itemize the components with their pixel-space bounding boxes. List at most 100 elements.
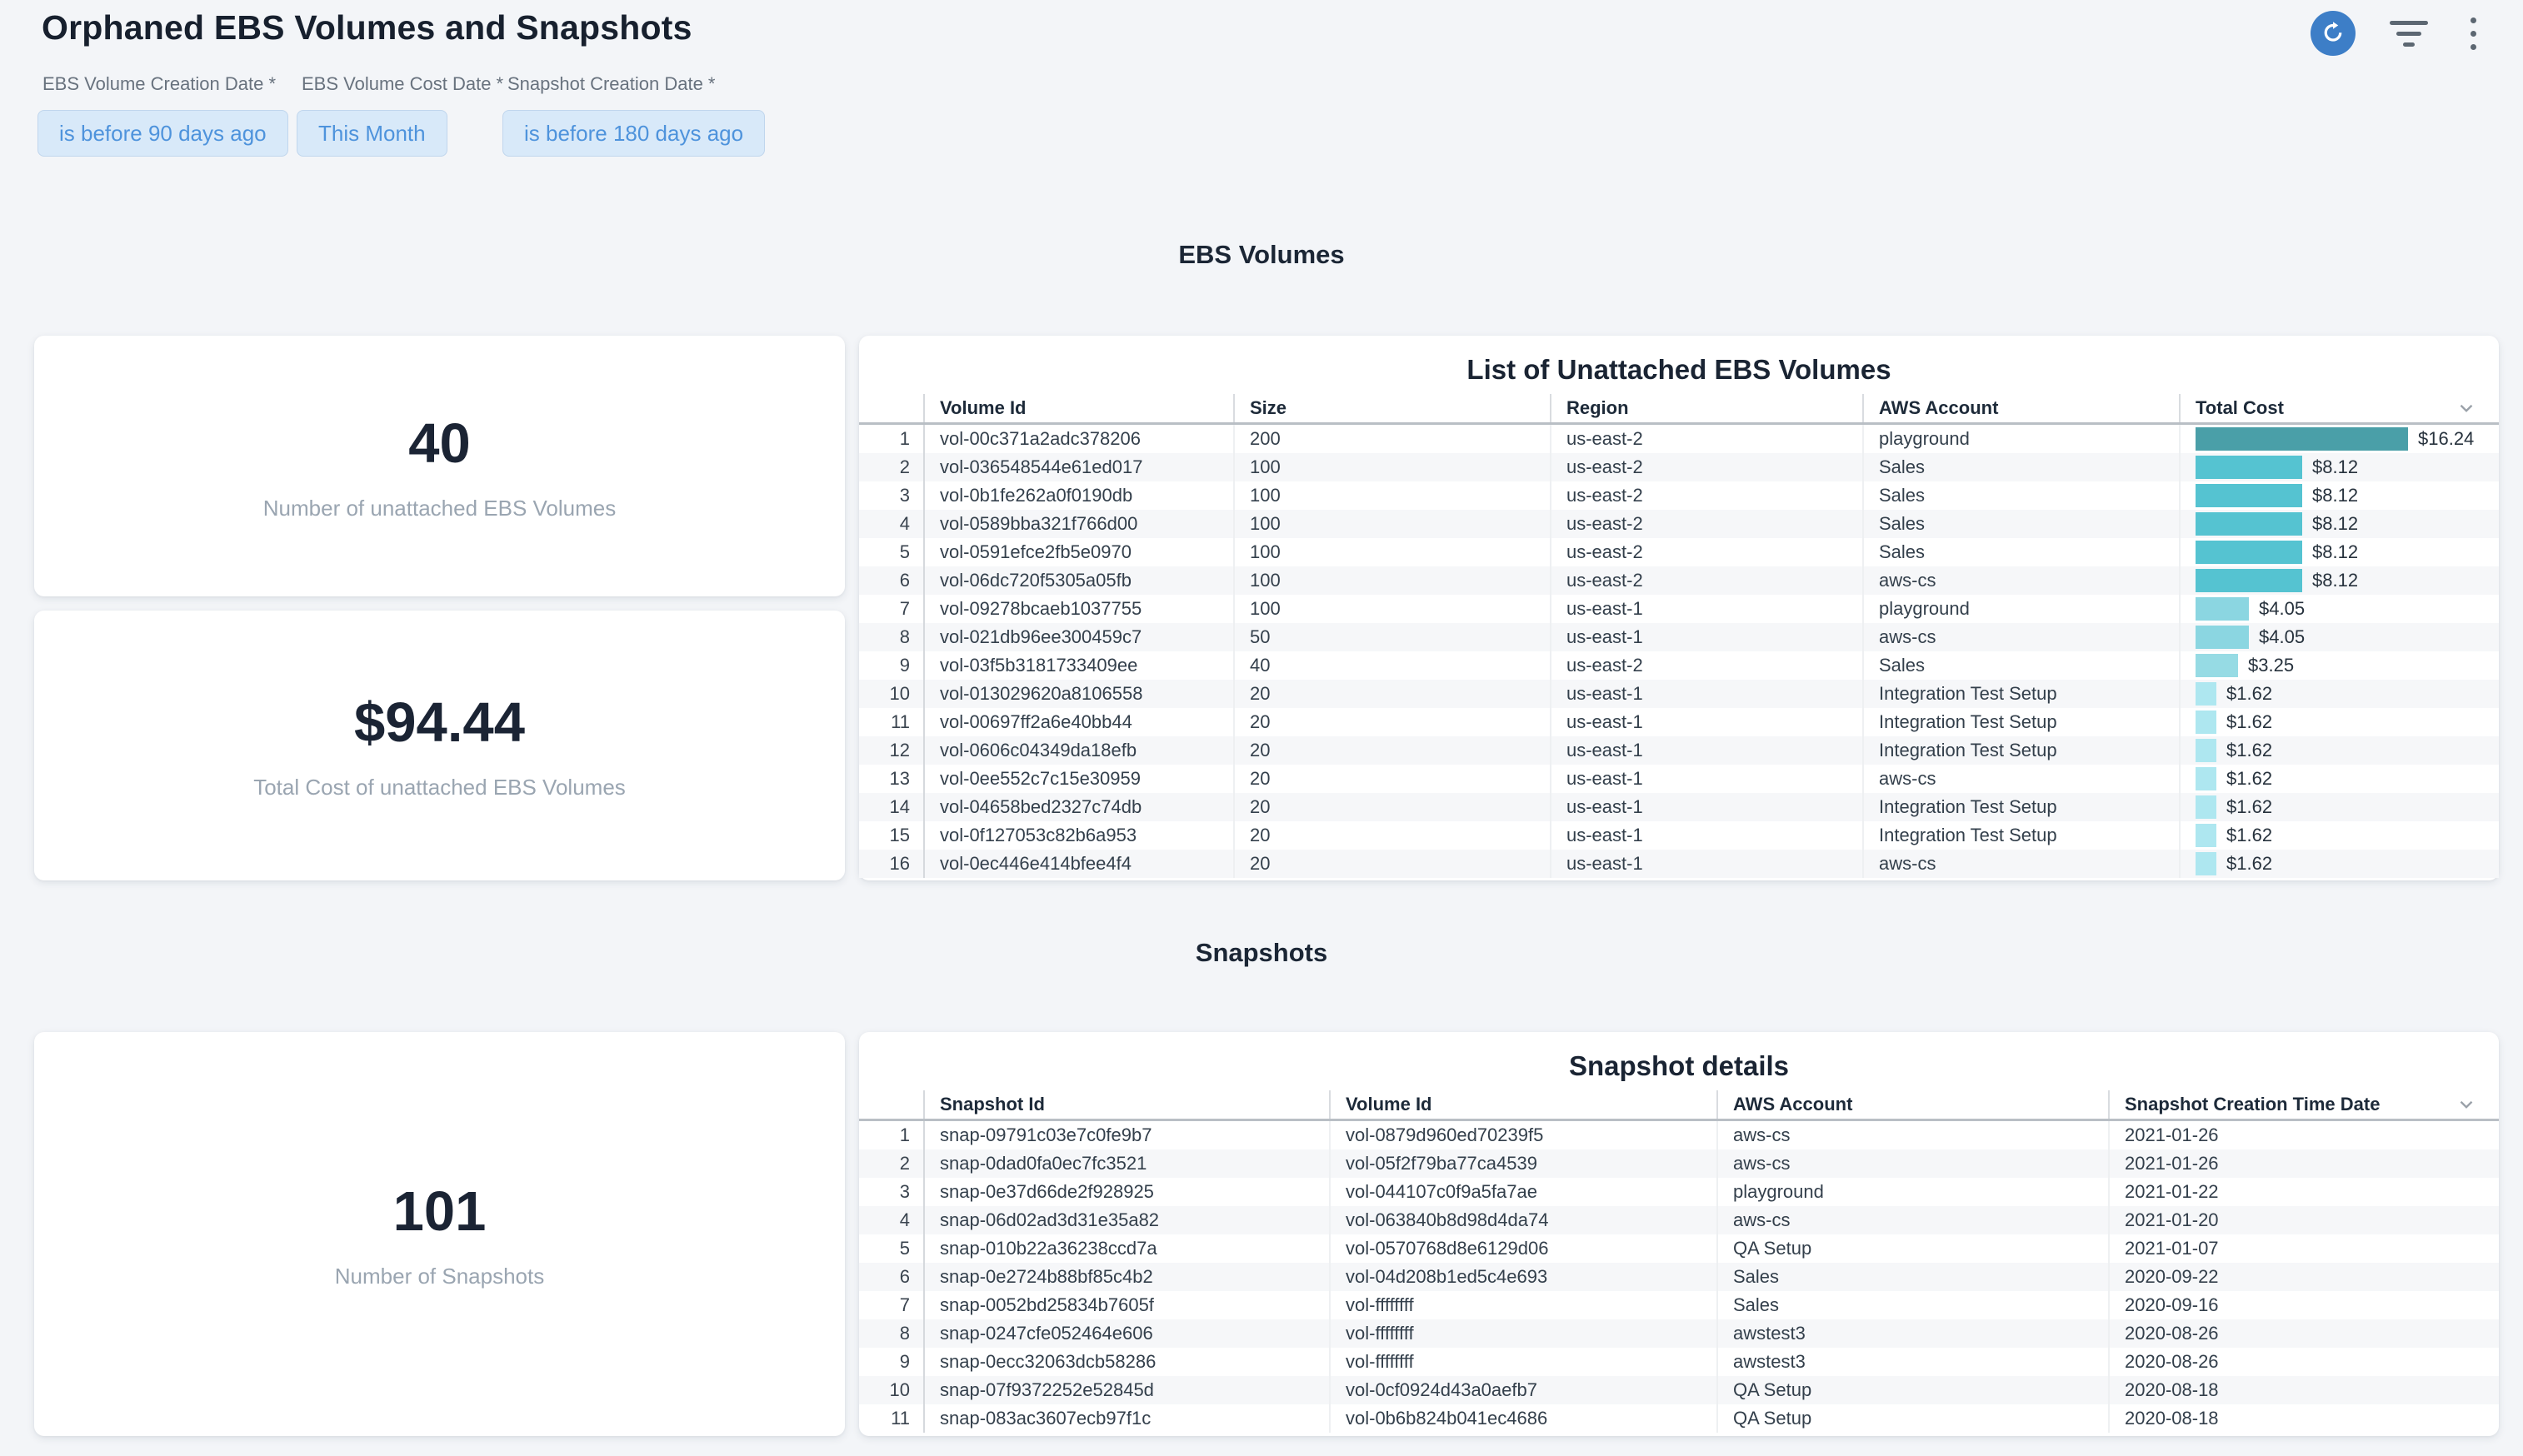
column-header-size[interactable]: Size <box>1233 394 1550 422</box>
table-row[interactable]: 13vol-0ee552c7c15e3095920us-east-1aws-cs… <box>859 765 2499 793</box>
table-row[interactable]: 12vol-0606c04349da18efb20us-east-1Integr… <box>859 736 2499 765</box>
cost-bar <box>2196 597 2249 621</box>
table-row[interactable]: 10vol-013029620a810655820us-east-1Integr… <box>859 680 2499 708</box>
cost-value: $16.24 <box>2418 428 2474 450</box>
cell-volume-id: vol-0606c04349da18efb <box>925 736 1233 765</box>
cost-value: $1.62 <box>2226 740 2272 761</box>
cell-creation-date: 2020-08-18 <box>2108 1404 2499 1433</box>
column-header-aws-account[interactable]: AWS Account <box>1716 1090 2108 1119</box>
filter-value-chip[interactable]: is before 90 days ago <box>37 110 288 157</box>
filter-icon[interactable] <box>2389 16 2429 52</box>
table-title: Snapshot details <box>859 1032 2499 1082</box>
table-row[interactable]: 16vol-0ec446e414bfee4f420us-east-1aws-cs… <box>859 850 2499 878</box>
cell-creation-date: 2020-08-18 <box>2108 1376 2499 1404</box>
cost-bar <box>2196 682 2216 706</box>
cell-volume-id: vol-0589bba321f766d00 <box>925 510 1233 538</box>
cost-value: $1.62 <box>2226 683 2272 705</box>
table-row[interactable]: 7vol-09278bcaeb1037755100us-east-1playgr… <box>859 595 2499 623</box>
table-row[interactable]: 6vol-06dc720f5305a05fb100us-east-2aws-cs… <box>859 566 2499 595</box>
cell-snapshot-id: snap-0ecc32063dcb58286 <box>925 1348 1329 1376</box>
column-header-aws-account[interactable]: AWS Account <box>1862 394 2179 422</box>
cell-aws-account: playground <box>1716 1178 2108 1206</box>
cell-region: us-east-2 <box>1550 510 1862 538</box>
table-header-row: Volume Id Size Region AWS Account Total … <box>859 394 2499 425</box>
table-row[interactable]: 11snap-083ac3607ecb97f1cvol-0b6b824b041e… <box>859 1404 2499 1433</box>
table-row[interactable]: 4snap-06d02ad3d31e35a82vol-063840b8d98d4… <box>859 1206 2499 1234</box>
filter-value-chip[interactable]: is before 180 days ago <box>502 110 765 157</box>
cost-value: $1.62 <box>2226 796 2272 818</box>
table-row[interactable]: 1vol-00c371a2adc378206200us-east-2playgr… <box>859 425 2499 453</box>
row-number: 11 <box>859 708 925 736</box>
cell-aws-account: aws-cs <box>1716 1206 2108 1234</box>
table-row[interactable]: 9snap-0ecc32063dcb58286vol-ffffffffawste… <box>859 1348 2499 1376</box>
cost-value: $1.62 <box>2226 711 2272 733</box>
table-row[interactable]: 6snap-0e2724b88bf85c4b2vol-04d208b1ed5c4… <box>859 1263 2499 1291</box>
cost-value: $3.25 <box>2248 655 2294 676</box>
column-header-volume-id[interactable]: Volume Id <box>1329 1090 1716 1119</box>
cell-snapshot-id: snap-010b22a36238ccd7a <box>925 1234 1329 1263</box>
table-row[interactable]: 15vol-0f127053c82b6a95320us-east-1Integr… <box>859 821 2499 850</box>
column-header-region[interactable]: Region <box>1550 394 1862 422</box>
unattached-volumes-table-card: List of Unattached EBS Volumes Volume Id… <box>859 336 2499 880</box>
kpi-label: Number of Snapshots <box>335 1264 544 1289</box>
chevron-down-icon[interactable] <box>2456 397 2477 424</box>
cost-value: $4.05 <box>2259 598 2305 620</box>
table-row[interactable]: 3snap-0e37d66de2f928925vol-044107c0f9a5f… <box>859 1178 2499 1206</box>
cell-region: us-east-1 <box>1550 680 1862 708</box>
row-number: 10 <box>859 680 925 708</box>
table-row[interactable]: 4vol-0589bba321f766d00100us-east-2Sales$… <box>859 510 2499 538</box>
cost-bar <box>2196 512 2302 536</box>
cell-total-cost: $4.05 <box>2179 623 2499 651</box>
table-row[interactable]: 2snap-0dad0fa0ec7fc3521vol-05f2f79ba77ca… <box>859 1149 2499 1178</box>
table-row[interactable]: 14vol-04658bed2327c74db20us-east-1Integr… <box>859 793 2499 821</box>
table-row[interactable]: 2vol-036548544e61ed017100us-east-2Sales$… <box>859 453 2499 481</box>
cell-volume-id: vol-0ee552c7c15e30959 <box>925 765 1233 793</box>
cell-volume-id: vol-00697ff2a6e40bb44 <box>925 708 1233 736</box>
cell-size: 20 <box>1233 765 1550 793</box>
row-number: 16 <box>859 850 925 878</box>
cell-aws-account: QA Setup <box>1716 1404 2108 1433</box>
column-header-total-cost[interactable]: Total Cost <box>2179 394 2499 422</box>
cell-snapshot-id: snap-09791c03e7c0fe9b7 <box>925 1121 1329 1149</box>
cell-aws-account: Sales <box>1716 1263 2108 1291</box>
column-header-snapshot-id[interactable]: Snapshot Id <box>925 1090 1329 1119</box>
table-row[interactable]: 10snap-07f9372252e52845dvol-0cf0924d43a0… <box>859 1376 2499 1404</box>
cell-volume-id: vol-0ec446e414bfee4f4 <box>925 850 1233 878</box>
cell-aws-account: QA Setup <box>1716 1376 2108 1404</box>
table-row[interactable]: 3vol-0b1fe262a0f0190db100us-east-2Sales$… <box>859 481 2499 510</box>
filter-label: EBS Volume Cost Date * <box>302 73 503 95</box>
row-number: 12 <box>859 736 925 765</box>
cell-aws-account: Integration Test Setup <box>1862 821 2179 850</box>
column-header-volume-id[interactable]: Volume Id <box>925 394 1233 422</box>
chevron-down-icon[interactable] <box>2456 1094 2477 1120</box>
cell-region: us-east-1 <box>1550 793 1862 821</box>
row-number: 5 <box>859 538 925 566</box>
section-title-snapshots: Snapshots <box>0 938 2523 968</box>
refresh-button[interactable] <box>2311 11 2356 56</box>
cell-volume-id: vol-0570768d8e6129d06 <box>1329 1234 1716 1263</box>
table-row[interactable]: 5snap-010b22a36238ccd7avol-0570768d8e612… <box>859 1234 2499 1263</box>
cost-bar <box>2196 541 2302 564</box>
column-header-creation-date[interactable]: Snapshot Creation Time Date <box>2108 1090 2499 1119</box>
cell-aws-account: Sales <box>1862 651 2179 680</box>
cell-total-cost: $1.62 <box>2179 708 2499 736</box>
cost-value: $1.62 <box>2226 853 2272 875</box>
cell-creation-date: 2021-01-22 <box>2108 1178 2499 1206</box>
table-row[interactable]: 8snap-0247cfe052464e606vol-ffffffffawste… <box>859 1319 2499 1348</box>
table-row[interactable]: 8vol-021db96ee300459c750us-east-1aws-cs$… <box>859 623 2499 651</box>
cell-volume-id: vol-ffffffff <box>1329 1291 1716 1319</box>
table-row[interactable]: 11vol-00697ff2a6e40bb4420us-east-1Integr… <box>859 708 2499 736</box>
filter-value-chip[interactable]: This Month <box>297 110 447 157</box>
kebab-menu-icon[interactable] <box>2462 14 2485 53</box>
cell-aws-account: Integration Test Setup <box>1862 736 2179 765</box>
cell-aws-account: aws-cs <box>1716 1149 2108 1178</box>
cell-volume-id: vol-03f5b3181733409ee <box>925 651 1233 680</box>
table-row[interactable]: 9vol-03f5b3181733409ee40us-east-2Sales$3… <box>859 651 2499 680</box>
table-row[interactable]: 7snap-0052bd25834b7605fvol-ffffffffSales… <box>859 1291 2499 1319</box>
kpi-card-unattached-volumes: 40 Number of unattached EBS Volumes <box>34 336 845 596</box>
cell-size: 100 <box>1233 566 1550 595</box>
cell-size: 100 <box>1233 481 1550 510</box>
table-row[interactable]: 1snap-09791c03e7c0fe9b7vol-0879d960ed702… <box>859 1121 2499 1149</box>
table-row[interactable]: 5vol-0591efce2fb5e0970100us-east-2Sales$… <box>859 538 2499 566</box>
cell-region: us-east-1 <box>1550 708 1862 736</box>
